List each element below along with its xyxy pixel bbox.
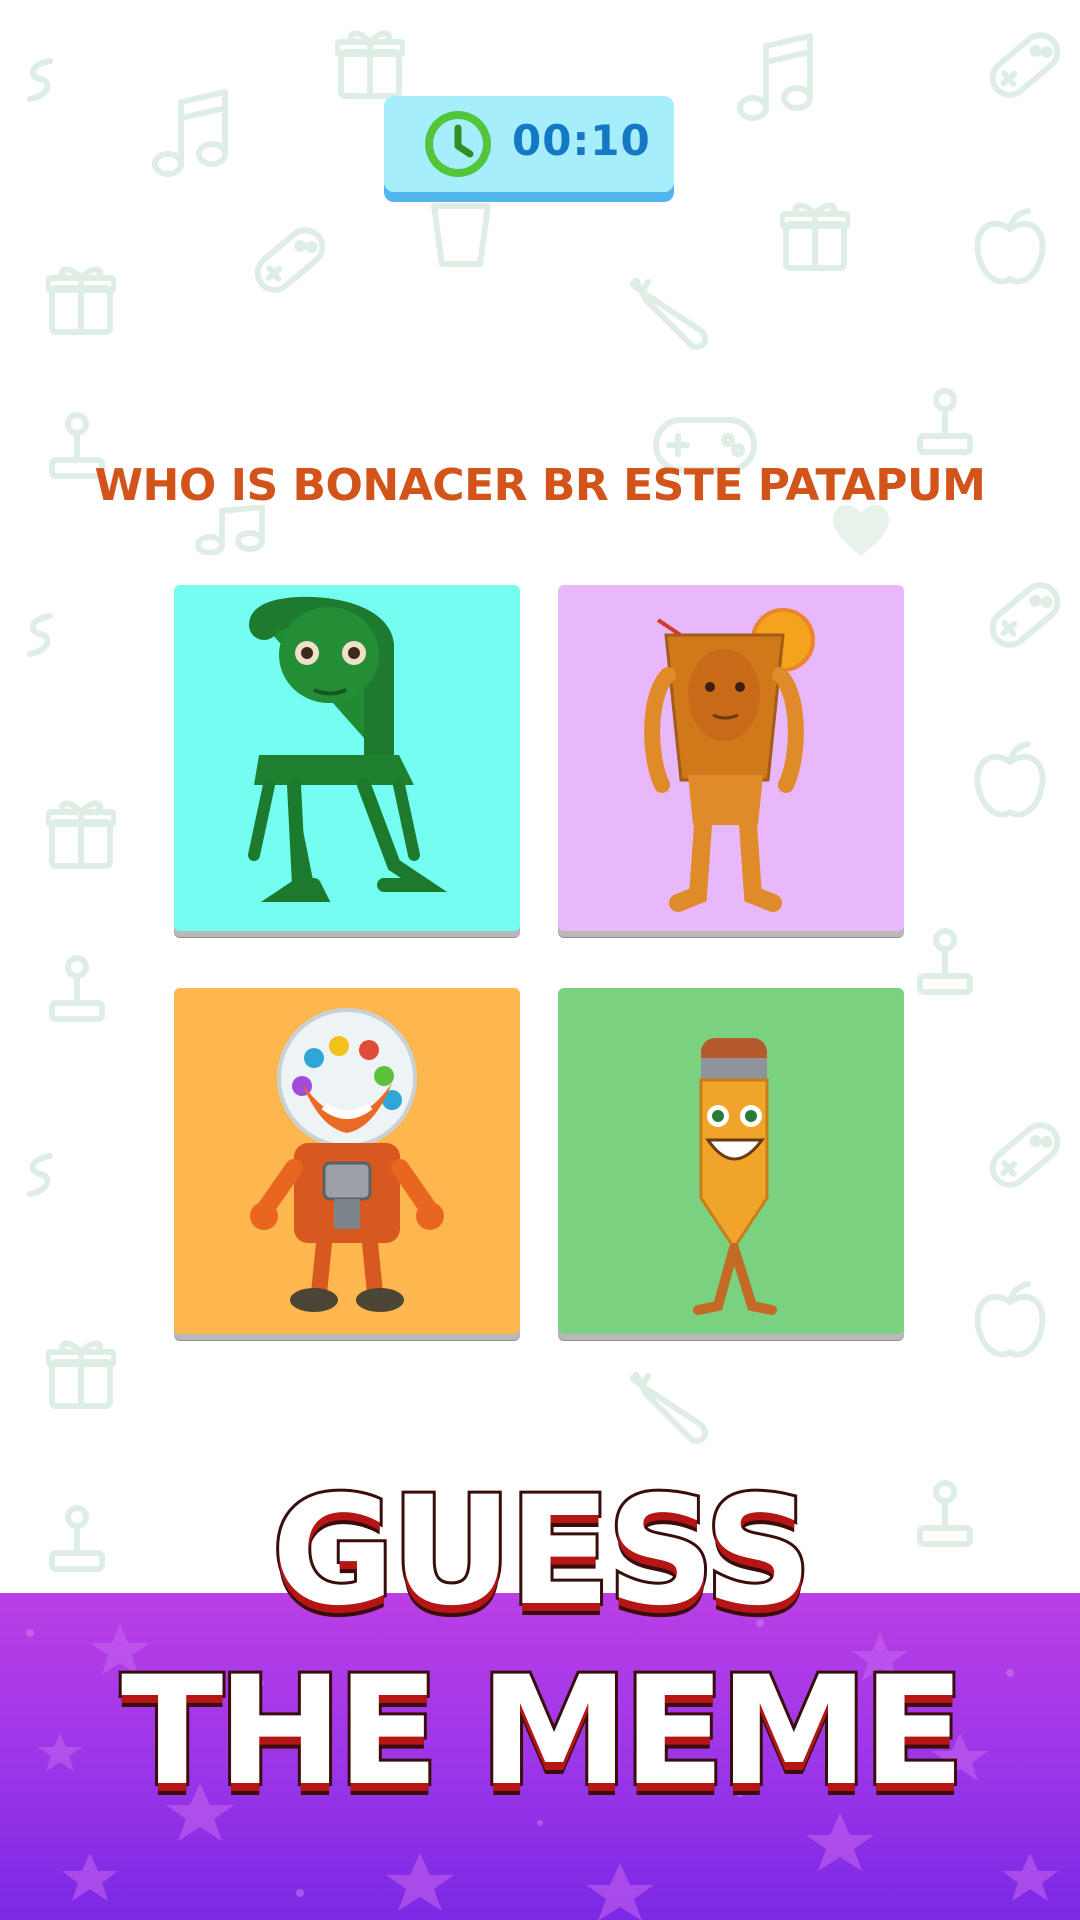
- cup-icon: [431, 203, 491, 267]
- background-pattern: [0, 0, 1080, 1600]
- answer-card-drink[interactable]: [558, 585, 904, 931]
- carrot-icon: [630, 278, 709, 350]
- music-note-icon: [195, 505, 265, 555]
- gift-icon: [46, 800, 116, 869]
- clock-icon: [425, 111, 491, 177]
- joystick-icon: [917, 928, 973, 995]
- apple-icon: [974, 1281, 1046, 1358]
- joystick-icon: [49, 955, 105, 1022]
- music-note-icon: [737, 33, 813, 121]
- title-line-1: GUESS: [269, 1462, 816, 1642]
- carrot-icon: [630, 1372, 709, 1444]
- squiggle-icon: [27, 613, 53, 657]
- gumball-machine-character-icon: [250, 1008, 444, 1312]
- title-line-2: THE MEME: [118, 1642, 968, 1822]
- gamepad-icon: [254, 227, 326, 293]
- joystick-icon: [917, 388, 973, 455]
- gift-icon: [335, 30, 405, 99]
- squiggle-icon: [27, 1153, 53, 1197]
- apple-icon: [974, 208, 1046, 285]
- question-text: WHO IS BONACER BR ESTE PATAPUM: [94, 460, 986, 511]
- apple-icon: [974, 741, 1046, 818]
- gamepad-icon: [989, 32, 1061, 98]
- timer-badge: 00:10: [384, 96, 674, 192]
- gamepad-icon: [989, 1122, 1061, 1188]
- squiggle-icon: [27, 58, 53, 102]
- answer-card-gumball[interactable]: [174, 988, 520, 1334]
- gamepad-icon: [989, 582, 1061, 648]
- iced-tea-character-icon: [644, 608, 815, 912]
- pencil-character-icon: [693, 1038, 777, 1315]
- gift-icon: [780, 202, 850, 271]
- timer-value: 00:10: [512, 116, 651, 165]
- gift-icon: [46, 266, 116, 335]
- answer-card-pencil[interactable]: [558, 988, 904, 1334]
- gift-icon: [46, 1340, 116, 1409]
- music-note-icon: [152, 89, 228, 177]
- green-chair-character-icon: [248, 596, 448, 902]
- answer-card-chair[interactable]: [174, 585, 520, 931]
